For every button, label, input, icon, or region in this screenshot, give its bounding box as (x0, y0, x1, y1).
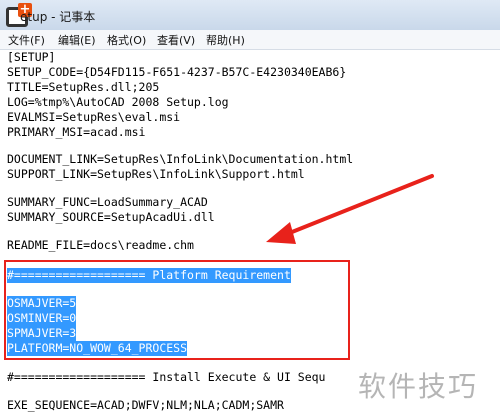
text-line: [SETUP] (7, 50, 56, 64)
text-line: EXE_SEQUENCE=ACAD;DWFV;NLM;NLA;CADM;SAMR (7, 398, 284, 412)
text-line: SETUP_CODE={D54FD115-F651-4237-B57C-E423… (7, 65, 347, 79)
menu-view[interactable]: 查看(V) (157, 32, 195, 48)
menu-edit[interactable]: 编辑(E) (58, 32, 96, 48)
text-line: SUPPORT_LINK=SetupRes\InfoLink\Support.h… (7, 167, 305, 181)
text-line: TITLE=SetupRes.dll;205 (7, 80, 160, 94)
text-line: #=================== Install Execute & U… (7, 370, 326, 384)
menu-file[interactable]: 文件(F) (8, 32, 45, 48)
text-line: PRIMARY_MSI=acad.msi (7, 125, 146, 139)
text-line: SUMMARY_FUNC=LoadSummary_ACAD (7, 195, 208, 209)
window-title: etup - 记事本 (20, 10, 96, 24)
text-line: SUMMARY_SOURCE=SetupAcadUi.dll (7, 210, 215, 224)
text-editor[interactable]: [SETUP] SETUP_CODE={D54FD115-F651-4237-B… (0, 50, 500, 417)
menu-bar: 文件(F) 编辑(E) 格式(O) 查看(V) 帮助(H) (0, 30, 500, 50)
menu-format[interactable]: 格式(O) (107, 32, 146, 48)
title-bar[interactable]: + etup - 记事本 (0, 0, 500, 31)
annotation-highlight-box (4, 260, 350, 360)
watermark-text: 软件技巧 (358, 370, 479, 403)
text-line: DOCUMENT_LINK=SetupRes\InfoLink\Document… (7, 152, 354, 166)
text-line: EVALMSI=SetupRes\eval.msi (7, 110, 181, 124)
text-line: README_FILE=docs\readme.chm (7, 238, 194, 252)
text-line: LOG=%tmp%\AutoCAD 2008 Setup.log (7, 95, 229, 109)
menu-help[interactable]: 帮助(H) (206, 32, 245, 48)
notepad-window: + etup - 记事本 文件(F) 编辑(E) 格式(O) 查看(V) 帮助(… (0, 0, 500, 417)
